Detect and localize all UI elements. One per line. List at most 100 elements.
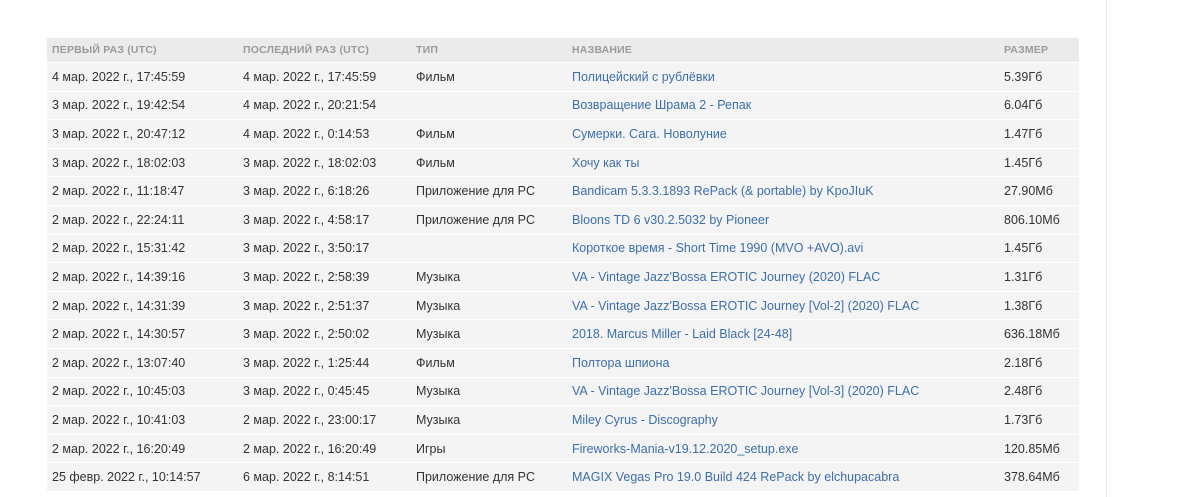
cell-first-seen: 2 мар. 2022 г., 16:20:49	[47, 433, 238, 464]
cell-first-seen: 4 мар. 2022 г., 17:45:59	[47, 62, 238, 92]
cell-size: 6.04Гб	[999, 90, 1079, 121]
torrent-name-link[interactable]: Bandicam 5.3.3.1893 RePack (& portable) …	[572, 184, 874, 198]
cell-name: Miley Cyrus - Discography	[567, 405, 999, 435]
torrent-name-link[interactable]: MAGIX Vegas Pro 19.0 Build 424 RePack by…	[572, 470, 899, 484]
column-header-type: ТИП	[411, 38, 567, 63]
table-row: 2 мар. 2022 г., 14:31:39 3 мар. 2022 г., …	[47, 290, 1079, 321]
table-row: 2 мар. 2022 г., 14:39:16 3 мар. 2022 г., …	[47, 262, 1079, 292]
cell-name: Сумерки. Сага. Новолуние	[567, 119, 999, 149]
cell-name: Возвращение Шрама 2 - Репак	[567, 90, 999, 121]
cell-first-seen: 2 мар. 2022 г., 10:41:03	[47, 405, 238, 435]
table-row: 2 мар. 2022 г., 22:24:11 3 мар. 2022 г., …	[47, 204, 1079, 235]
column-header-first-seen: ПЕРВЫЙ РАЗ (UTC)	[47, 38, 238, 63]
cell-last-seen: 3 мар. 2022 г., 6:18:26	[238, 176, 411, 206]
cell-type: Приложение для PC	[411, 462, 567, 492]
cell-name: Хочу как ты	[567, 147, 999, 178]
cell-type: Фильм	[411, 119, 567, 149]
torrent-name-link[interactable]: Сумерки. Сага. Новолуние	[572, 127, 727, 141]
table-header-row: ПЕРВЫЙ РАЗ (UTC) ПОСЛЕДНИЙ РАЗ (UTC) ТИП…	[47, 38, 1079, 63]
cell-last-seen: 6 мар. 2022 г., 8:14:51	[238, 462, 411, 492]
column-header-last-seen: ПОСЛЕДНИЙ РАЗ (UTC)	[238, 38, 411, 63]
cell-last-seen: 3 мар. 2022 г., 0:45:45	[238, 376, 411, 407]
cell-type: Музыка	[411, 290, 567, 321]
cell-last-seen: 3 мар. 2022 г., 1:25:44	[238, 347, 411, 378]
cell-first-seen: 2 мар. 2022 г., 10:45:03	[47, 376, 238, 407]
torrent-name-link[interactable]: Полтора шпиона	[572, 356, 669, 370]
table-row: 3 мар. 2022 г., 20:47:12 4 мар. 2022 г., …	[47, 119, 1079, 149]
cell-type: Музыка	[411, 262, 567, 292]
cell-type	[411, 90, 567, 121]
torrent-history-table: ПЕРВЫЙ РАЗ (UTC) ПОСЛЕДНИЙ РАЗ (UTC) ТИП…	[47, 38, 1079, 492]
table-row: 4 мар. 2022 г., 17:45:59 4 мар. 2022 г., …	[47, 62, 1079, 92]
cell-name: Bandicam 5.3.3.1893 RePack (& portable) …	[567, 176, 999, 206]
cell-name: VA - Vintage Jazz'Bossa EROTIC Journey […	[567, 290, 999, 321]
cell-last-seen: 4 мар. 2022 г., 17:45:59	[238, 62, 411, 92]
cell-size: 1.38Гб	[999, 290, 1079, 321]
torrent-name-link[interactable]: Fireworks-Mania-v19.12.2020_setup.exe	[572, 442, 799, 456]
table-row: 2 мар. 2022 г., 16:20:49 2 мар. 2022 г., …	[47, 433, 1079, 464]
cell-first-seen: 2 мар. 2022 г., 14:30:57	[47, 319, 238, 349]
cell-size: 636.18Мб	[999, 319, 1079, 349]
cell-last-seen: 2 мар. 2022 г., 16:20:49	[238, 433, 411, 464]
cell-size: 5.39Гб	[999, 62, 1079, 92]
cell-last-seen: 3 мар. 2022 г., 2:58:39	[238, 262, 411, 292]
table-row: 2 мар. 2022 г., 11:18:47 3 мар. 2022 г., …	[47, 176, 1079, 206]
cell-size: 120.85Мб	[999, 433, 1079, 464]
cell-first-seen: 2 мар. 2022 г., 13:07:40	[47, 347, 238, 378]
cell-size: 2.18Гб	[999, 347, 1079, 378]
cell-first-seen: 3 мар. 2022 г., 18:02:03	[47, 147, 238, 178]
torrent-name-link[interactable]: VA - Vintage Jazz'Bossa EROTIC Journey […	[572, 299, 919, 313]
torrent-name-link[interactable]: VA - Vintage Jazz'Bossa EROTIC Journey (…	[572, 270, 880, 284]
table-row: 25 февр. 2022 г., 10:14:57 6 мар. 2022 г.…	[47, 462, 1079, 492]
cell-first-seen: 3 мар. 2022 г., 20:47:12	[47, 119, 238, 149]
table-row: 3 мар. 2022 г., 18:02:03 3 мар. 2022 г., …	[47, 147, 1079, 178]
cell-size: 806.10Мб	[999, 204, 1079, 235]
cell-first-seen: 2 мар. 2022 г., 14:31:39	[47, 290, 238, 321]
cell-first-seen: 2 мар. 2022 г., 15:31:42	[47, 233, 238, 264]
cell-type: Музыка	[411, 376, 567, 407]
table-row: 2 мар. 2022 г., 14:30:57 3 мар. 2022 г., …	[47, 319, 1079, 349]
cell-size: 2.48Гб	[999, 376, 1079, 407]
cell-type: Музыка	[411, 405, 567, 435]
cell-last-seen: 2 мар. 2022 г., 23:00:17	[238, 405, 411, 435]
torrent-name-link[interactable]: Короткое время - Short Time 1990 (MVO +A…	[572, 241, 863, 255]
table-row: 2 мар. 2022 г., 15:31:42 3 мар. 2022 г., …	[47, 233, 1079, 264]
cell-type: Фильм	[411, 347, 567, 378]
cell-type	[411, 233, 567, 264]
cell-first-seen: 2 мар. 2022 г., 14:39:16	[47, 262, 238, 292]
cell-name: Полтора шпиона	[567, 347, 999, 378]
cell-name: 2018. Marcus Miller - Laid Black [24-48]	[567, 319, 999, 349]
content-panel: ПЕРВЫЙ РАЗ (UTC) ПОСЛЕДНИЙ РАЗ (UTC) ТИП…	[0, 0, 1107, 497]
cell-name: Полицейский с рублёвки	[567, 62, 999, 92]
cell-last-seen: 3 мар. 2022 г., 3:50:17	[238, 233, 411, 264]
cell-first-seen: 25 февр. 2022 г., 10:14:57	[47, 462, 238, 492]
cell-type: Музыка	[411, 319, 567, 349]
cell-type: Игры	[411, 433, 567, 464]
torrent-name-link[interactable]: 2018. Marcus Miller - Laid Black [24-48]	[572, 327, 792, 341]
cell-last-seen: 3 мар. 2022 г., 4:58:17	[238, 204, 411, 235]
table-body: 4 мар. 2022 г., 17:45:59 4 мар. 2022 г., …	[47, 62, 1079, 492]
torrent-name-link[interactable]: Miley Cyrus - Discography	[572, 413, 718, 427]
cell-name: VA - Vintage Jazz'Bossa EROTIC Journey […	[567, 376, 999, 407]
torrent-name-link[interactable]: Хочу как ты	[572, 156, 639, 170]
table-row: 2 мар. 2022 г., 13:07:40 3 мар. 2022 г., …	[47, 347, 1079, 378]
cell-name: VA - Vintage Jazz'Bossa EROTIC Journey (…	[567, 262, 999, 292]
cell-type: Приложение для PC	[411, 176, 567, 206]
cell-name: Короткое время - Short Time 1990 (MVO +A…	[567, 233, 999, 264]
torrent-name-link[interactable]: VA - Vintage Jazz'Bossa EROTIC Journey […	[572, 384, 919, 398]
cell-name: Fireworks-Mania-v19.12.2020_setup.exe	[567, 433, 999, 464]
cell-first-seen: 3 мар. 2022 г., 19:42:54	[47, 90, 238, 121]
cell-last-seen: 3 мар. 2022 г., 2:51:37	[238, 290, 411, 321]
cell-size: 1.45Гб	[999, 147, 1079, 178]
torrent-name-link[interactable]: Возвращение Шрама 2 - Репак	[572, 98, 751, 112]
table-row: 3 мар. 2022 г., 19:42:54 4 мар. 2022 г., …	[47, 90, 1079, 121]
torrent-name-link[interactable]: Полицейский с рублёвки	[572, 70, 715, 84]
cell-size: 378.64Мб	[999, 462, 1079, 492]
torrent-name-link[interactable]: Bloons TD 6 v30.2.5032 by Pioneer	[572, 213, 769, 227]
column-header-size: РАЗМЕР	[999, 38, 1079, 63]
cell-size: 1.31Гб	[999, 262, 1079, 292]
cell-first-seen: 2 мар. 2022 г., 22:24:11	[47, 204, 238, 235]
cell-last-seen: 4 мар. 2022 г., 0:14:53	[238, 119, 411, 149]
table-header: ПЕРВЫЙ РАЗ (UTC) ПОСЛЕДНИЙ РАЗ (UTC) ТИП…	[47, 38, 1079, 63]
cell-last-seen: 3 мар. 2022 г., 18:02:03	[238, 147, 411, 178]
